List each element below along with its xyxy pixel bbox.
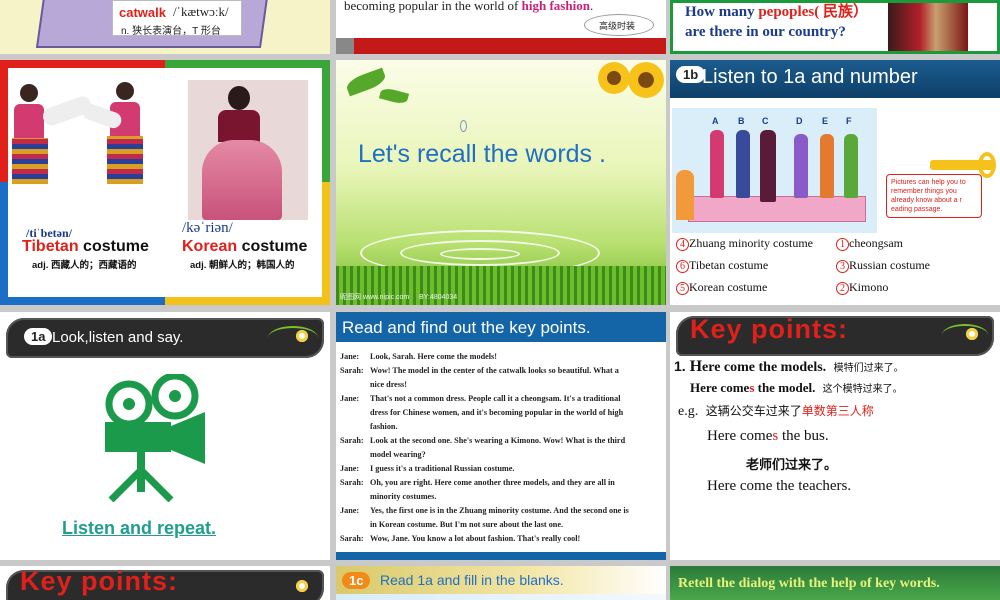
korean-phonetic: /kəˈriən/	[182, 220, 233, 236]
dancer-1	[20, 84, 38, 102]
slide-dialog[interactable]: Read and find out the key points. Jane: L…	[336, 312, 666, 560]
recall-title: Let's recall the words .	[358, 140, 606, 168]
bottom-band	[336, 38, 666, 54]
dialog-line: dress for Chinese women, and it's becomi…	[370, 408, 624, 417]
catwalk-illustration: A B C D E F	[672, 108, 877, 233]
dialog-footer	[336, 552, 666, 560]
tibetan-definition: adj. 西藏人的；西藏语的	[32, 260, 137, 271]
key-points-title: Key points:	[690, 314, 849, 344]
tag-bubble: 高级时装	[584, 14, 654, 36]
dialog-line: nice dress!	[370, 380, 407, 389]
look-title: Look,listen and say.	[52, 329, 184, 346]
flower-decoration-icon	[942, 324, 988, 346]
korean-definition: adj. 朝鲜人的；韩国人的	[190, 260, 295, 271]
grey-square	[336, 38, 354, 54]
dialog-line: in Korean costume. But I'm not sure abou…	[370, 520, 564, 529]
slide-high-fashion[interactable]: becoming popular in the world of high fa…	[336, 0, 666, 54]
slide-recall-words[interactable]: Let's recall the words . 昵图网 www.nipic.c…	[336, 60, 666, 305]
listen-title: Listen to 1a and number	[702, 66, 918, 88]
flower-decoration-icon	[268, 326, 318, 350]
slide-look-listen-say[interactable]: 1a Look,listen and say. Listen and repea…	[0, 312, 330, 560]
question: How many pepoples( 民族） are there in our …	[685, 4, 868, 40]
kp-line-1: 1. Here come the models. 模特们过来了。	[674, 358, 904, 375]
listen-repeat-link[interactable]: Listen and repeat.	[62, 518, 216, 539]
kp-line-6: Here come the teachers.	[707, 478, 852, 494]
badge-1a: 1a	[24, 328, 53, 345]
model-a	[710, 130, 724, 198]
dialog-line: Jane: Yes, the first one is in the Zhuang…	[340, 506, 629, 515]
list-item: 4 Zhuang minority costume	[676, 236, 813, 251]
answer-circle: 3	[836, 260, 849, 273]
slide-fill-blanks[interactable]: 1c Read 1a and fill in the blanks.	[336, 566, 666, 600]
slide-listen-number[interactable]: 1b Listen to 1a and number A B C D E F P…	[670, 60, 1000, 305]
list-item: 3 Russian costume	[836, 258, 930, 273]
list-item: 5 Korean costume	[676, 280, 767, 295]
people-photo	[888, 3, 968, 51]
stage	[688, 196, 866, 222]
tip-bubble: Pictures can help you to remember things…	[886, 174, 982, 218]
kp-line-2: Here comes the model. 这个模特过来了。	[690, 380, 903, 395]
dialog-line: Sarah: Look at the second one. She's wear…	[340, 436, 626, 445]
word-card: catwalk /ˈkætwɔːk/ n. 狭长表演台，T 形台	[112, 0, 242, 37]
kp-line-5: 老师们过来了。	[746, 457, 838, 472]
model-b	[736, 130, 750, 198]
dialog-title: Read and find out the key points.	[342, 318, 591, 337]
badge-1b: 1b	[676, 66, 706, 83]
list-item: 1 cheongsam	[836, 236, 903, 251]
model-e	[820, 134, 834, 198]
tibetan-costume-label: Tibetan costume	[22, 238, 149, 255]
dialog-line: Sarah: Wow! The model in the center of th…	[340, 366, 619, 375]
answer-circle: 1	[836, 238, 849, 251]
dialog-line: minority costumes.	[370, 492, 437, 501]
leaf-icon-2	[378, 86, 410, 106]
word-catwalk: catwalk	[119, 5, 166, 20]
slide-catwalk[interactable]: catwalk /ˈkætwɔːk/ n. 狭长表演台，T 形台	[0, 0, 330, 54]
dancer-2	[116, 82, 134, 100]
tibetan-dancers-image	[12, 78, 162, 218]
slide-key-points-2[interactable]: Key points:	[0, 566, 330, 600]
sunflower-icon-2	[628, 62, 664, 98]
badge-1c: 1c	[342, 572, 371, 589]
kp-line-3: e.g. 这辆公交车过来了单数第三人称	[678, 404, 874, 419]
dialog-line: Jane: I guess it's a traditional Russian …	[340, 464, 515, 473]
slide-key-points-here-come[interactable]: Key points: 1. Here come the models. 模特们…	[670, 312, 1000, 560]
kp-line-4: Here comes the bus.	[707, 428, 829, 444]
answer-circle: 6	[676, 260, 689, 273]
korean-costume-label: Korean costume	[182, 238, 308, 255]
slide-costumes[interactable]: /tiˈbetən/ Tibetan costume adj. 西藏人的；西藏语…	[0, 60, 330, 305]
model-c	[760, 130, 776, 202]
model-d	[794, 134, 808, 198]
audience	[676, 170, 694, 220]
list-item: 6 Tibetan costume	[676, 258, 768, 273]
dialog-line: Sarah: Wow, Jane. You know a lot about fa…	[340, 534, 581, 543]
dialog-text: Jane: Look, Sarah. Here come the models! …	[340, 350, 662, 546]
answer-circle: 4	[676, 238, 689, 251]
watermark: 昵图网 www.nipic.com BY:4804034	[340, 294, 458, 301]
film-projector-icon	[105, 374, 205, 502]
sentence: becoming popular in the world of high fa…	[344, 0, 594, 13]
droplet-icon	[460, 120, 467, 132]
dialog-line: Jane: That's not a common dress. People c…	[340, 394, 621, 403]
sunflower-icon	[598, 62, 630, 94]
list-item: 2 Kimono	[836, 280, 888, 295]
dialog-line: Sarah: Oh, you are right. Here come anoth…	[340, 478, 615, 487]
key-points-title-2: Key points:	[20, 566, 179, 596]
slide-peoples-question[interactable]: How many pepoples( 民族） are there in our …	[670, 0, 1000, 54]
dialog-line: Jane: Look, Sarah. Here come the models!	[340, 352, 497, 361]
slide-retell[interactable]: Retell the dialog with the help of key w…	[670, 566, 1000, 600]
word-definition: n. 狭长表演台，T 形台	[121, 26, 221, 37]
korean-hanbok-image	[188, 80, 308, 220]
answer-circle: 5	[676, 282, 689, 295]
retell-title: Retell the dialog with the help of key w…	[678, 576, 940, 591]
word-phonetic: /ˈkætwɔːk/	[173, 4, 229, 19]
answer-circle: 2	[836, 282, 849, 295]
fill-blanks-title: Read 1a and fill in the blanks.	[380, 572, 564, 588]
dialog-line: fashion.	[370, 422, 398, 431]
dialog-line: model wearing?	[370, 450, 426, 459]
model-f	[844, 134, 858, 198]
